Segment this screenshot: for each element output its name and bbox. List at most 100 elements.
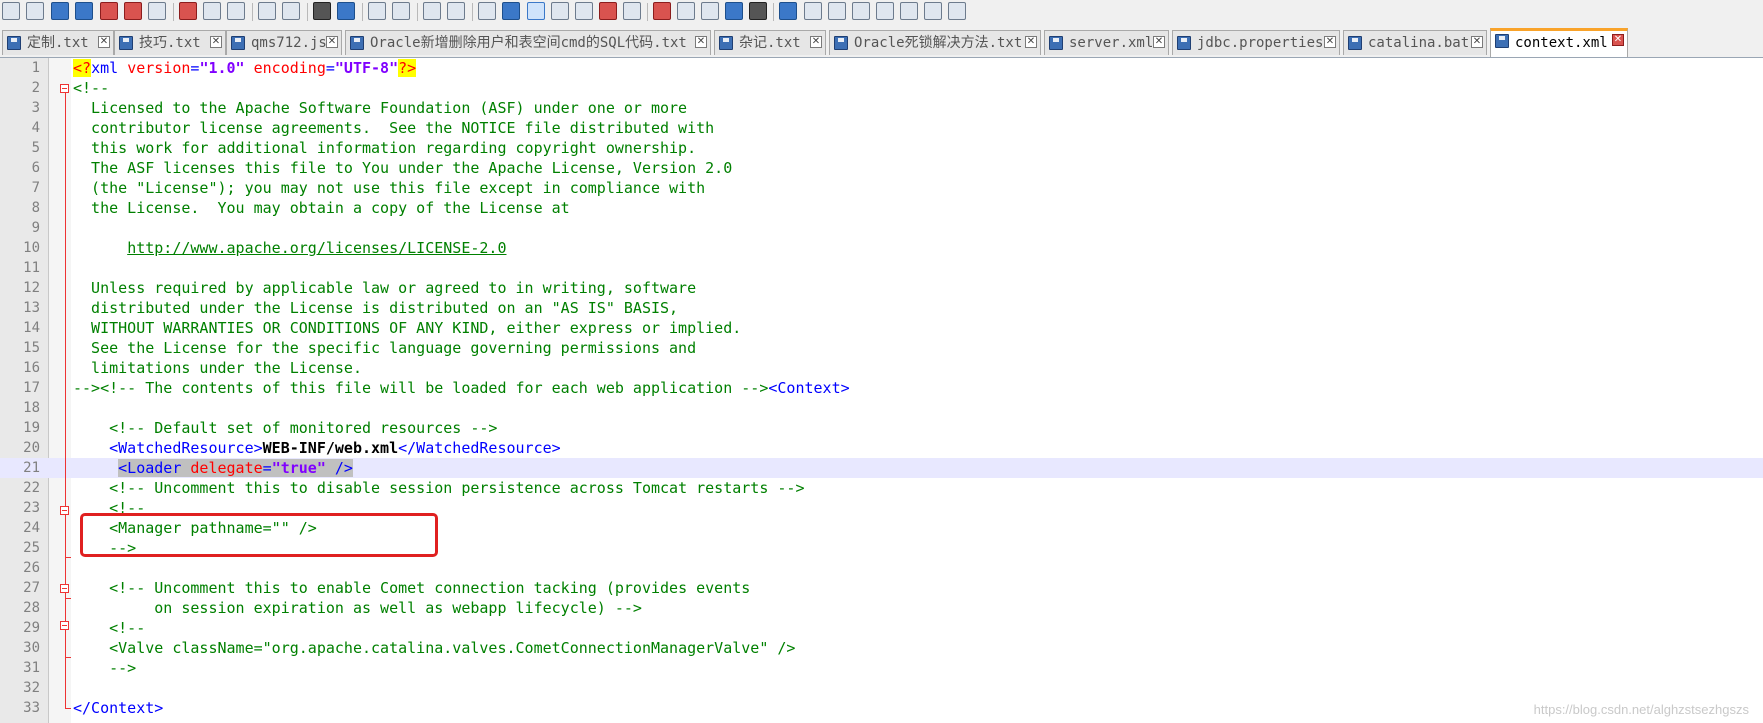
code-line: 26 <box>0 558 1763 578</box>
annotation-highlight-box <box>80 513 438 557</box>
split-icon[interactable] <box>924 2 942 20</box>
code-line: 19 <!-- Default set of monitored resourc… <box>0 418 1763 438</box>
print-icon[interactable] <box>148 2 166 20</box>
tab-close-icon[interactable]: ✕ <box>1324 36 1336 48</box>
new-file-icon[interactable] <box>2 2 20 20</box>
code-token: <Loader <box>118 459 191 477</box>
tab-document[interactable]: Oracle新增删除用户和表空间cmd的SQL代码.txt ✕ <box>345 30 711 55</box>
code-token: <!-- <box>109 619 146 637</box>
open-file-icon[interactable] <box>26 2 44 20</box>
code-token: WITHOUT WARRANTIES OR CONDITIONS OF ANY … <box>73 319 742 337</box>
tab-close-icon[interactable]: ✕ <box>326 36 338 48</box>
record-macro-icon[interactable] <box>653 2 671 20</box>
code-line: 12 Unless required by applicable law or … <box>0 278 1763 298</box>
fold-toggle-icon[interactable] <box>60 584 69 593</box>
tab-close-icon[interactable]: ✕ <box>1612 34 1624 46</box>
line-number: 25 <box>23 540 40 556</box>
up-icon[interactable] <box>876 2 894 20</box>
tab-close-icon[interactable]: ✕ <box>695 36 707 48</box>
document-save-state-icon <box>350 36 364 50</box>
fold-end-marker <box>65 598 71 599</box>
code-token: </WatchedResource> <box>398 439 561 457</box>
tab-document[interactable]: 定制.txt ✕ <box>2 30 114 55</box>
code-token: <!-- Uncomment this to enable Comet conn… <box>109 579 751 597</box>
tab-close-icon[interactable]: ✕ <box>1025 36 1037 48</box>
show-all-chars-icon[interactable] <box>502 2 520 20</box>
fold-toggle-icon[interactable] <box>60 621 69 630</box>
zoom-in-icon[interactable] <box>368 2 386 20</box>
tab-close-icon[interactable]: ✕ <box>210 36 222 48</box>
user-lang-icon[interactable] <box>551 2 569 20</box>
fold-toggle-icon[interactable] <box>60 506 69 515</box>
tab-label: 技巧.txt <box>139 35 201 51</box>
save-icon[interactable] <box>51 2 69 20</box>
close-icon[interactable] <box>100 2 118 20</box>
folder-workspace-icon[interactable] <box>599 2 617 20</box>
move-icon[interactable] <box>828 2 846 20</box>
save-all-icon[interactable] <box>75 2 93 20</box>
code-editor[interactable]: 1 <?xml version="1.0" encoding="UTF-8"?> 2… <box>0 58 1763 723</box>
line-number: 18 <box>23 400 40 416</box>
save-macro-icon[interactable] <box>749 2 767 20</box>
redo-icon[interactable] <box>282 2 300 20</box>
run-macro-icon[interactable] <box>725 2 743 20</box>
down-icon[interactable] <box>900 2 918 20</box>
tab-document[interactable]: 技巧.txt ✕ <box>114 30 226 55</box>
play-macro-icon[interactable] <box>701 2 719 20</box>
tab-document[interactable]: qms712.js ✕ <box>226 30 342 55</box>
find-icon[interactable] <box>313 2 331 20</box>
sync-horizontal-icon[interactable] <box>447 2 465 20</box>
code-token: See the License for the specific languag… <box>73 339 697 357</box>
tab-active-document[interactable]: context.xml ✕ <box>1490 28 1628 57</box>
toolbar-separator <box>173 3 174 21</box>
code-token: (the "License"); you may not use this fi… <box>73 179 706 197</box>
tab-document[interactable]: 杂记.txt ✕ <box>714 30 826 55</box>
code-line: 15 See the License for the specific lang… <box>0 338 1763 358</box>
code-text: this work for additional information reg… <box>73 138 696 158</box>
toolbar-separator <box>362 3 363 21</box>
tab-document[interactable]: catalina.bat ✕ <box>1343 30 1487 55</box>
line-number: 21 <box>23 460 40 476</box>
stop-record-icon[interactable] <box>677 2 695 20</box>
cut-icon[interactable] <box>179 2 197 20</box>
license-link[interactable]: http://www.apache.org/licenses/LICENSE-2… <box>127 239 506 257</box>
column-icon[interactable] <box>804 2 822 20</box>
sync-vertical-icon[interactable] <box>423 2 441 20</box>
line-number: 13 <box>23 300 40 316</box>
code-text: <!-- Uncomment this to enable Comet conn… <box>73 578 750 598</box>
line-number: 6 <box>31 160 40 176</box>
tab-close-icon[interactable]: ✕ <box>1471 36 1483 48</box>
tab-document[interactable]: server.xml ✕ <box>1044 30 1169 55</box>
line-number: 4 <box>31 120 40 136</box>
close-all-icon[interactable] <box>124 2 142 20</box>
toolbar-separator <box>647 3 648 21</box>
tab-close-icon[interactable]: ✕ <box>810 36 822 48</box>
code-token: ?> <box>398 59 417 77</box>
tab-document[interactable]: Oracle死锁解决方法.txt ✕ <box>829 30 1041 55</box>
indent-guide-icon[interactable] <box>527 2 545 20</box>
copy-icon[interactable] <box>203 2 221 20</box>
trim-icon[interactable] <box>779 2 797 20</box>
replace-icon[interactable] <box>337 2 355 20</box>
word-wrap-icon[interactable] <box>478 2 496 20</box>
document-map-icon[interactable] <box>623 2 641 20</box>
code-token: <!-- Uncomment this to disable session p… <box>109 479 805 497</box>
panel-icon[interactable] <box>948 2 966 20</box>
zoom-out-icon[interactable] <box>392 2 410 20</box>
code-text: Unless required by applicable law or agr… <box>73 278 696 298</box>
fold-toggle-icon[interactable] <box>60 84 69 93</box>
code-text: (the "License"); you may not use this fi… <box>73 178 705 198</box>
sort-icon[interactable] <box>852 2 870 20</box>
undo-icon[interactable] <box>258 2 276 20</box>
function-list-icon[interactable] <box>575 2 593 20</box>
paste-icon[interactable] <box>227 2 245 20</box>
document-save-state-icon <box>1348 36 1362 50</box>
tab-close-icon[interactable]: ✕ <box>98 36 110 48</box>
code-token: <Context> <box>768 379 850 397</box>
code-text: <?xml version="1.0" encoding="UTF-8"?> <box>73 58 417 78</box>
tab-close-icon[interactable]: ✕ <box>1153 36 1165 48</box>
tab-document[interactable]: jdbc.properties ✕ <box>1172 30 1340 55</box>
